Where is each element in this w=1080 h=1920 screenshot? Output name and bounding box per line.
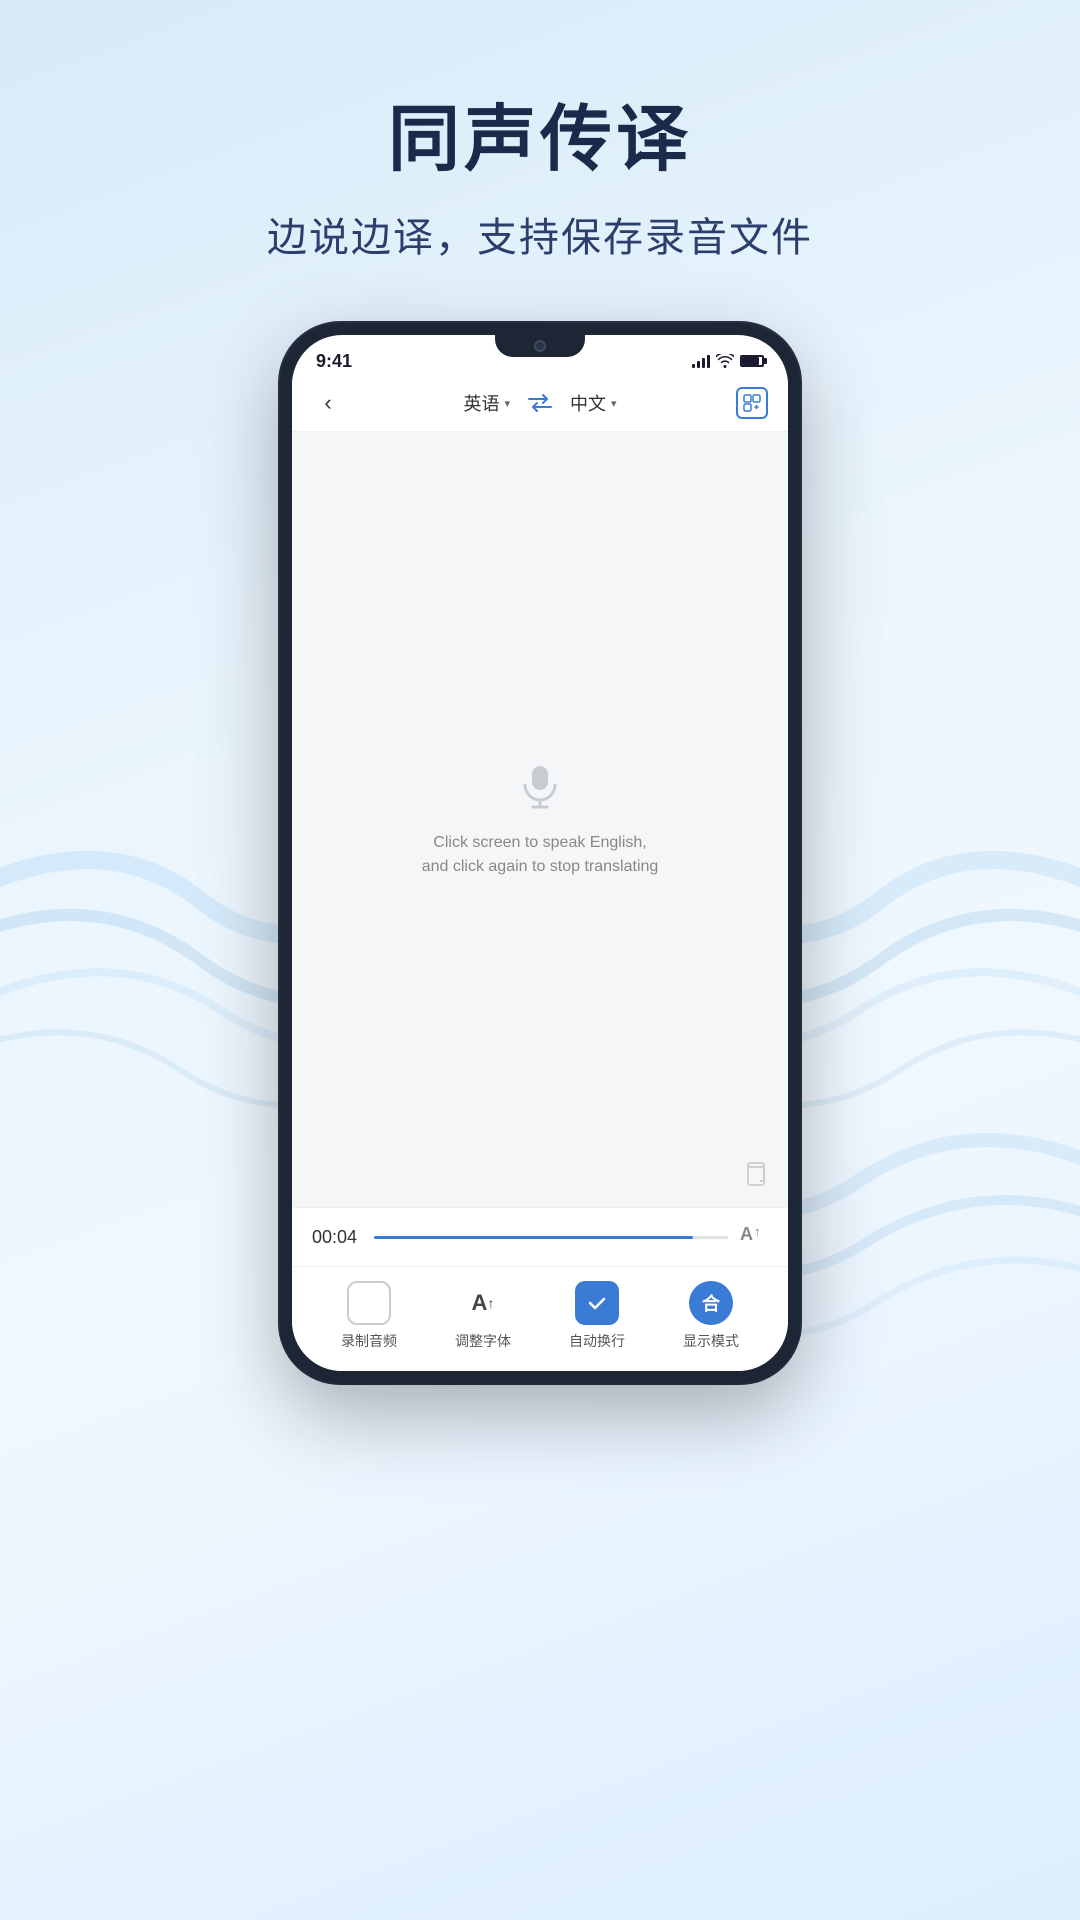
signal-icon [692, 354, 710, 368]
wifi-icon [716, 354, 734, 368]
target-language[interactable]: 中文 ▾ [570, 390, 617, 416]
display-mode-label: 显示模式 [683, 1331, 739, 1351]
swap-languages-button[interactable] [526, 394, 554, 412]
copy-button[interactable] [740, 1159, 772, 1191]
display-mode-icon[interactable]: 合 [689, 1281, 733, 1325]
target-lang-label: 中文 [570, 390, 606, 416]
toolbar-item-display-mode[interactable]: 合 显示模式 [683, 1281, 739, 1351]
toolbar-item-adjust-font[interactable]: A↑ 调整字体 [455, 1281, 511, 1351]
source-language[interactable]: 英语 ▾ [463, 390, 510, 416]
source-lang-arrow: ▾ [504, 397, 510, 410]
instruction-text: Click screen to speak English, and click… [422, 831, 659, 879]
status-icons [692, 354, 764, 368]
svg-text:A: A [740, 1224, 753, 1244]
target-lang-arrow: ▾ [611, 397, 617, 410]
font-size-adjust-icon[interactable]: A ↑ [740, 1222, 768, 1252]
recording-time: 00:04 [312, 1227, 362, 1248]
main-title: 同声传译 [0, 80, 1080, 185]
back-button[interactable]: ‹ [312, 387, 344, 419]
auto-wrap-checkbox[interactable] [575, 1281, 619, 1325]
progress-fill [374, 1236, 693, 1239]
toolbar-item-record-audio[interactable]: 录制音频 [341, 1281, 397, 1351]
battery-icon [740, 355, 764, 367]
adjust-font-label: 调整字体 [455, 1331, 511, 1351]
auto-wrap-label: 自动换行 [569, 1331, 625, 1351]
progress-area: 00:04 A ↑ [292, 1207, 788, 1266]
app-nav-bar: ‹ 英语 ▾ 中文 ▾ [292, 379, 788, 432]
record-audio-label: 录制音频 [341, 1331, 397, 1351]
toolbar-item-auto-wrap[interactable]: 自动换行 [569, 1281, 625, 1351]
language-selector: 英语 ▾ 中文 ▾ [463, 390, 616, 416]
translation-area[interactable]: Click screen to speak English, and click… [292, 432, 788, 1207]
phone-frame: 9:41 [280, 323, 800, 1383]
status-time: 9:41 [316, 351, 352, 372]
layout-button[interactable] [736, 387, 768, 419]
phone-mockup: 9:41 [0, 323, 1080, 1383]
svg-text:↑: ↑ [754, 1224, 761, 1239]
sub-title: 边说边译，支持保存录音文件 [0, 205, 1080, 263]
camera-dot [534, 340, 546, 352]
header-section: 同声传译 边说边译，支持保存录音文件 [0, 0, 1080, 303]
phone-notch [495, 335, 585, 357]
recording-progress-bar [374, 1236, 728, 1239]
microphone-icon [515, 761, 565, 811]
source-lang-label: 英语 [463, 390, 499, 416]
phone-inner: 9:41 [292, 335, 788, 1371]
adjust-font-icon[interactable]: A↑ [461, 1281, 505, 1325]
bottom-toolbar: 录制音频 A↑ 调整字体 自动换行 [292, 1266, 788, 1371]
record-audio-checkbox[interactable] [347, 1281, 391, 1325]
